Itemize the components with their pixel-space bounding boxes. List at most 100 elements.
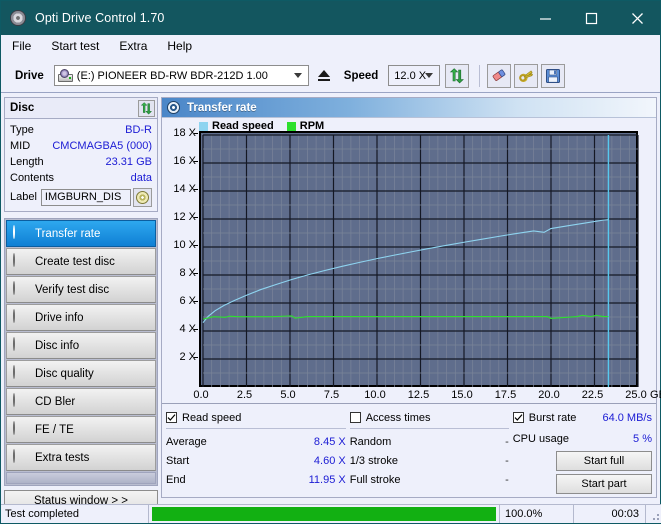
access-times-checkbox[interactable] [349,412,361,423]
resize-grip[interactable] [646,505,661,523]
disc-icon [13,393,28,409]
disc-label-input[interactable]: IMGBURN_DIS [40,188,131,206]
check-icon [167,414,176,421]
app-window: Opti Drive Control 1.70 File Start test … [0,0,661,524]
sidebar-item-fe-te[interactable]: FE / TE [6,416,156,443]
disc-row-mid: MID CMCMAGBA5 (000) [10,138,152,154]
x-tick-label: 12.5 [407,389,430,401]
disc-panel: Disc Type BD-R MID CMCMAGBA5 (000) Lengt… [4,97,158,212]
chevron-down-icon [425,72,434,78]
transfer-rate-panel: Transfer rate Read speed RPM 2 X4 X6 X8 … [161,97,661,498]
chart-legend: Read speed RPM [199,120,324,132]
sidebar-item-extra-tests[interactable]: Extra tests [6,444,156,471]
refresh-arrows-icon [450,67,465,83]
read-speed-checkbox-label: Read speed [182,411,242,424]
y-tick-label: 18 X [173,127,196,139]
nav-list: Transfer rate Create test disc Verify te… [4,218,158,486]
menu-start-test[interactable]: Start test [49,37,108,56]
erase-disc-button[interactable] [487,63,512,88]
x-tick-label: 0.0 [193,389,209,401]
drive-label: Drive [15,69,44,82]
disc-refresh-button[interactable] [138,99,155,117]
left-sidebar: Disc Type BD-R MID CMCMAGBA5 (000) Lengt… [1,93,161,511]
disc-icon [136,190,149,204]
disc-label-browse-button[interactable] [133,187,152,207]
read-speed-checkbox-row[interactable]: Read speed [166,409,346,426]
progress-percent: 100.0% [500,505,574,523]
stat-full-stroke: Full stroke - [350,470,509,489]
title-bar: Opti Drive Control 1.70 [1,1,660,35]
disc-panel-title: Disc [10,102,35,114]
sidebar-item-label: Drive info [35,311,84,324]
sidebar-item-verify-test-disc[interactable]: Verify test disc [6,276,156,303]
close-button[interactable] [614,1,660,35]
sidebar-item-transfer-rate[interactable]: Transfer rate [6,220,156,247]
disc-icon [13,337,28,353]
disc-icon [13,421,28,437]
disc-icon [13,281,28,297]
x-axis-unit: GB [650,389,661,401]
menu-file[interactable]: File [10,37,40,56]
eject-button[interactable] [312,64,336,87]
stat-average: Average 8.45 X [166,432,346,451]
disc-row-length: Length 23.31 GB [10,154,152,170]
sidebar-item-label: Transfer rate [35,227,101,240]
sidebar-item-disc-quality[interactable]: Disc quality [6,360,156,387]
stat-random-key: Random [349,435,392,448]
disc-icon [13,365,28,381]
disc-icon [13,449,28,465]
sidebar-item-cd-bler[interactable]: CD Bler [6,388,156,415]
progress-bar [149,505,500,523]
disc-row-mid-key: MID [10,140,31,152]
x-axis-labels: 0.0 2.5 5.0 7.5 10.0 12.5 15.0 17.5 20.0 22.5 25.0… [162,389,661,403]
stat-start: Start 4.60 X [166,451,346,470]
y-tick [194,161,198,162]
x-tick-label: 25.0 [625,389,647,401]
maximize-button[interactable] [568,1,614,35]
x-tick-label: 7.5 [323,389,340,401]
disc-row-length-key: Length [10,156,44,168]
drive-icon [57,69,73,82]
sidebar-item-label: CD Bler [35,395,76,408]
y-tick-label: 10 X [173,239,196,251]
sidebar-item-create-test-disc[interactable]: Create test disc [6,248,156,275]
access-times-stats: Access times Random - 1/3 stroke - Full [349,409,513,494]
disc-row-length-value: 23.31 GB [105,156,152,168]
x-tick-label: 2.5 [236,389,253,401]
refresh-drive-button[interactable] [445,63,470,88]
stat-cpu-usage-key: CPU usage [512,432,569,445]
sidebar-item-label: Extra tests [35,451,90,464]
legend-label-rpm: RPM [299,120,325,132]
start-full-button[interactable]: Start full [555,451,652,471]
access-times-checkbox-row[interactable]: Access times [349,409,509,426]
x-tick-label: 5.0 [280,389,296,401]
stat-full-stroke-value: - [505,473,509,486]
stat-start-key: Start [166,454,190,467]
disc-info-rows: Type BD-R MID CMCMAGBA5 (000) Length 23.… [5,119,157,211]
app-disc-icon [10,10,26,26]
key-button[interactable] [514,63,539,88]
save-button[interactable] [541,63,566,88]
minimize-button[interactable] [522,1,568,35]
y-axis-labels: 2 X4 X6 X8 X 10 X 12 X 14 X 16 X 18 X [162,118,198,403]
burst-rate-checkbox-label: Burst rate [528,411,577,424]
menu-bar: File Start test Extra Help [1,35,660,59]
sidebar-item-disc-info[interactable]: Disc info [6,332,156,359]
menu-extra[interactable]: Extra [117,37,156,56]
stat-average-value: 8.45 X [313,435,346,448]
read-speed-checkbox[interactable] [166,412,177,423]
drive-select[interactable]: (E:) PIONEER BD-RW BDR-212D 1.00 [53,65,309,86]
start-part-button[interactable]: Start part [555,474,652,494]
divider [349,427,509,429]
speed-select[interactable]: 12.0 X [388,65,441,86]
menu-help[interactable]: Help [165,37,201,56]
burst-rate-checkbox-row[interactable]: Burst rate [512,409,577,426]
stat-cpu-usage-value: 5 % [633,432,652,445]
nav-filler [6,472,156,484]
disc-row-mid-value: CMCMAGBA5 (000) [52,140,152,152]
burst-rate-checkbox[interactable] [512,412,524,423]
y-tick [194,357,198,358]
disc-label-value: IMGBURN_DIS [44,191,122,203]
plot-area [199,131,639,387]
sidebar-item-drive-info[interactable]: Drive info [6,304,156,331]
